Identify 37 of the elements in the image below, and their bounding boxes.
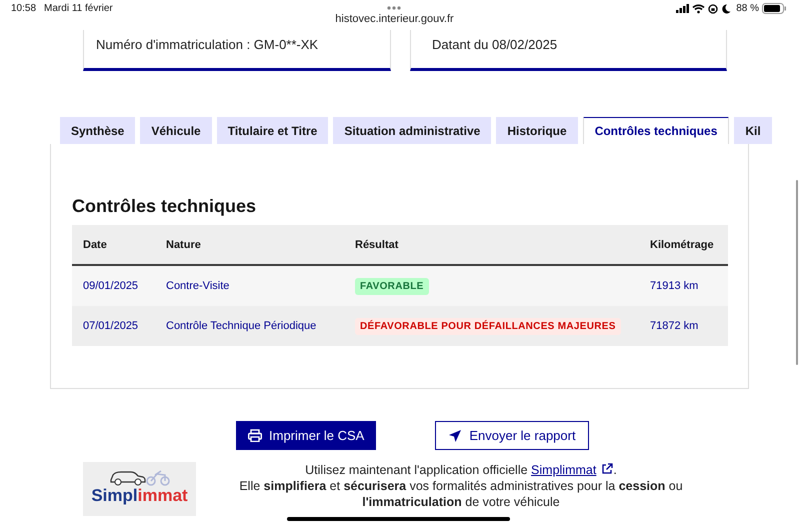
tab[interactable]: Synthèse: [60, 117, 136, 144]
tab[interactable]: Véhicule: [140, 117, 212, 144]
promo-description: Elle simplifiera et sécurisera vos formalités administratives pour la cession ou l'immatriculation de votre véhicule: [238, 478, 684, 510]
send-button[interactable]: Envoyer le rapport: [435, 421, 589, 450]
tab[interactable]: Kil: [734, 117, 772, 144]
promo-text: Utilisez maintenant l'application officielle Simplimmat .: [304, 462, 618, 478]
more-dots-icon: [387, 6, 402, 10]
battery-icon: [762, 3, 786, 14]
printer-icon: [248, 429, 262, 442]
table-cell: Contre-Visite: [166, 265, 355, 306]
result-badge: FAVORABLE: [355, 278, 429, 295]
summary-text: Numéro d'immatriculation : GM-0**-XK: [96, 37, 318, 52]
signal-icon: [676, 4, 690, 13]
result-badge: DÉFAVORABLE POUR DÉFAILLANCES MAJEURES: [355, 318, 621, 335]
section-title: Contrôles techniques: [72, 196, 258, 217]
tab[interactable]: Contrôles techniques: [582, 117, 730, 144]
tab[interactable]: Titulaire et Titre: [216, 117, 328, 144]
status-date: Mardi 11 février: [44, 3, 113, 14]
table-cell: 71913 km: [650, 265, 728, 306]
battery-percentage: 88 %: [736, 3, 759, 14]
external-link-icon: [601, 463, 614, 475]
lock-rotation-icon: [708, 4, 718, 14]
url-text[interactable]: histovec.interieur.gouv.fr: [335, 13, 454, 25]
moon-icon: [721, 4, 732, 14]
summary-text: Datant du 08/02/2025: [432, 37, 558, 52]
tab[interactable]: Situation administrative: [333, 117, 492, 144]
table-cell: Contrôle Technique Périodique: [166, 306, 355, 346]
table-cell: 09/01/2025: [72, 265, 166, 306]
table-cell: 07/01/2025: [72, 306, 166, 346]
send-icon: [448, 428, 462, 442]
table-cell: 71872 km: [650, 306, 728, 346]
status-time: 10:58: [11, 3, 36, 14]
simplimmat-link[interactable]: Simplimmat: [531, 463, 614, 477]
wifi-icon: [692, 4, 706, 14]
logo-text: Simplimmat: [91, 486, 188, 506]
tab[interactable]: Historique: [496, 117, 578, 144]
print-button[interactable]: Imprimer le CSA: [236, 421, 376, 450]
